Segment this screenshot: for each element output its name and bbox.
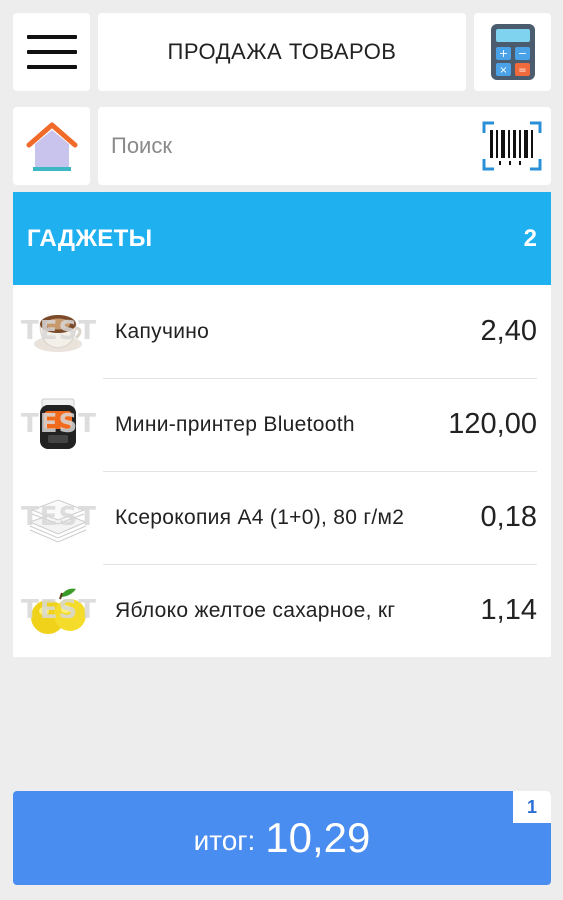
hamburger-menu-icon (26, 35, 77, 69)
category-header[interactable]: ГАДЖЕТЫ 2 (13, 192, 551, 285)
product-row[interactable]: TEST Капучино 2,40 (13, 285, 551, 378)
product-price: 0,18 (480, 501, 537, 533)
search-input[interactable] (111, 133, 481, 159)
product-price: 2,40 (480, 315, 537, 347)
test-watermark: TEST (21, 316, 97, 346)
product-name: Мини-принтер Bluetooth (115, 413, 355, 436)
total-value: 10,29 (265, 814, 371, 861)
product-name: Капучино (115, 320, 210, 343)
home-button[interactable] (13, 107, 90, 185)
product-row[interactable]: TEST Яблоко желтое сахарное, кг 1,14 (13, 564, 551, 657)
product-row[interactable]: TEST Ксерокопия А4 (1+0), 80 г/м2 0,18 (13, 471, 551, 564)
test-watermark: TEST (21, 409, 97, 439)
search-row (13, 107, 551, 185)
test-watermark: TEST (21, 502, 97, 532)
product-name: Ксерокопия А4 (1+0), 80 г/м2 (115, 506, 405, 529)
yellow-apple-image: TEST (13, 564, 103, 657)
svg-text:=: = (518, 65, 526, 76)
product-list: TEST Капучино 2,40 TEST Мини-принтер Blu… (13, 285, 551, 657)
mini-printer-image: TEST (13, 378, 103, 471)
menu-button[interactable] (13, 13, 90, 91)
category-count: 2 (523, 224, 537, 252)
product-row[interactable]: TEST Мини-принтер Bluetooth 120,00 (13, 378, 551, 471)
calculator-icon: + − × = (490, 24, 535, 80)
barcode-scanner-icon (482, 121, 542, 171)
product-price: 1,14 (480, 594, 537, 626)
cappuccino-image: TEST (13, 285, 103, 378)
total-label: итог: (193, 825, 256, 856)
total-button[interactable]: итог: 10,29 1 (13, 791, 551, 885)
cart-count-badge: 1 (513, 791, 551, 823)
svg-text:+: + (498, 47, 507, 60)
calculator-button[interactable]: + − × = (474, 13, 551, 91)
top-bar: ПРОДАЖА ТОВАРОВ + − × = (13, 13, 551, 91)
sales-screen: ПРОДАЖА ТОВАРОВ + − × = Поиск ГАДЖЕТЫ 2 … (0, 0, 563, 900)
test-watermark: TEST (21, 595, 97, 625)
category-name: ГАДЖЕТЫ (27, 224, 153, 252)
search-box (98, 107, 551, 185)
svg-text:−: − (517, 47, 526, 60)
product-name: Яблоко желтое сахарное, кг (115, 599, 396, 622)
paper-stack-image: TEST (13, 471, 103, 564)
product-price: 120,00 (448, 408, 537, 440)
home-icon (26, 122, 77, 171)
barcode-scan-button[interactable] (481, 118, 543, 174)
page-title: ПРОДАЖА ТОВАРОВ (98, 13, 466, 91)
svg-text:×: × (499, 65, 507, 76)
